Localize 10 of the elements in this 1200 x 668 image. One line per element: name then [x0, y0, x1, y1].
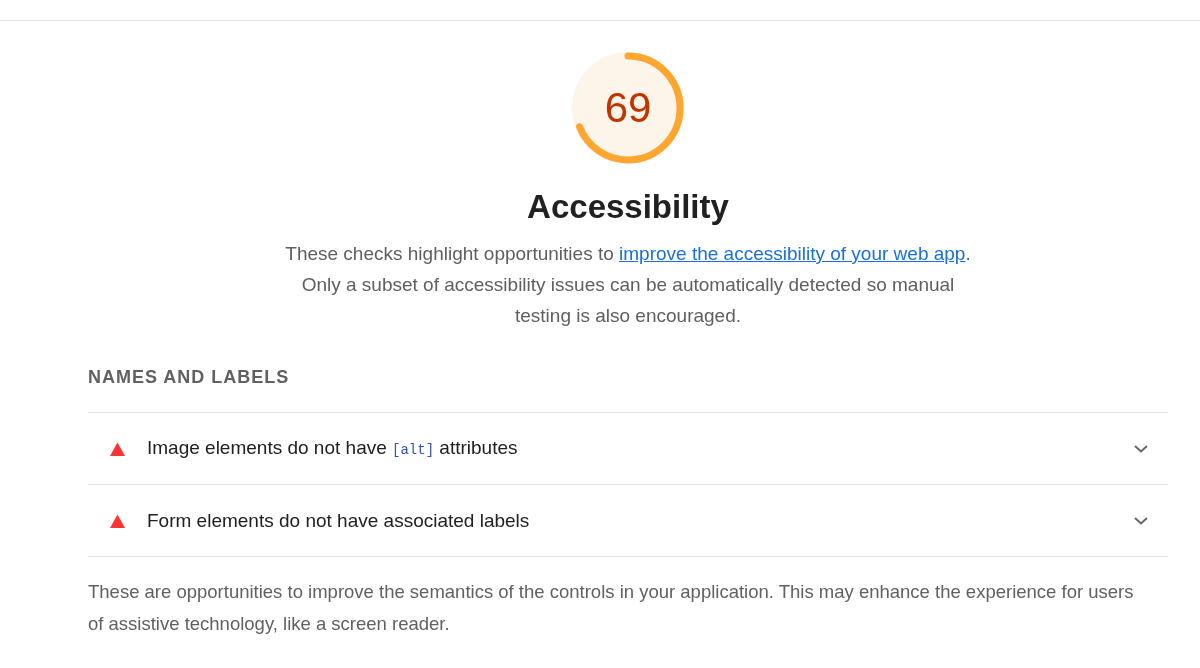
- audit-title: Image elements do not have [alt] attributes: [147, 435, 519, 460]
- audit-title: Form elements do not have associated labels: [147, 508, 531, 533]
- category-title: Accessibility: [527, 187, 729, 227]
- chevron-down-icon[interactable]: [1134, 444, 1148, 453]
- category-description: These checks highlight opportunities to improve the accessibility of your web app. Only a subset of accessibility issues can be automatically detected so manual testing is also encouraged.: [284, 242, 972, 328]
- group-title: NAMES AND LABELS: [88, 366, 291, 389]
- score-value: 69: [604, 84, 652, 132]
- accessibility-link[interactable]: improve the accessibility of your web app: [619, 243, 966, 264]
- group-description: These are opportunities to improve the semantics of the controls in your application. This may enhance the experience for users of assistive technology, like a screen reader.: [88, 580, 1135, 636]
- chevron-down-icon[interactable]: [1134, 516, 1148, 525]
